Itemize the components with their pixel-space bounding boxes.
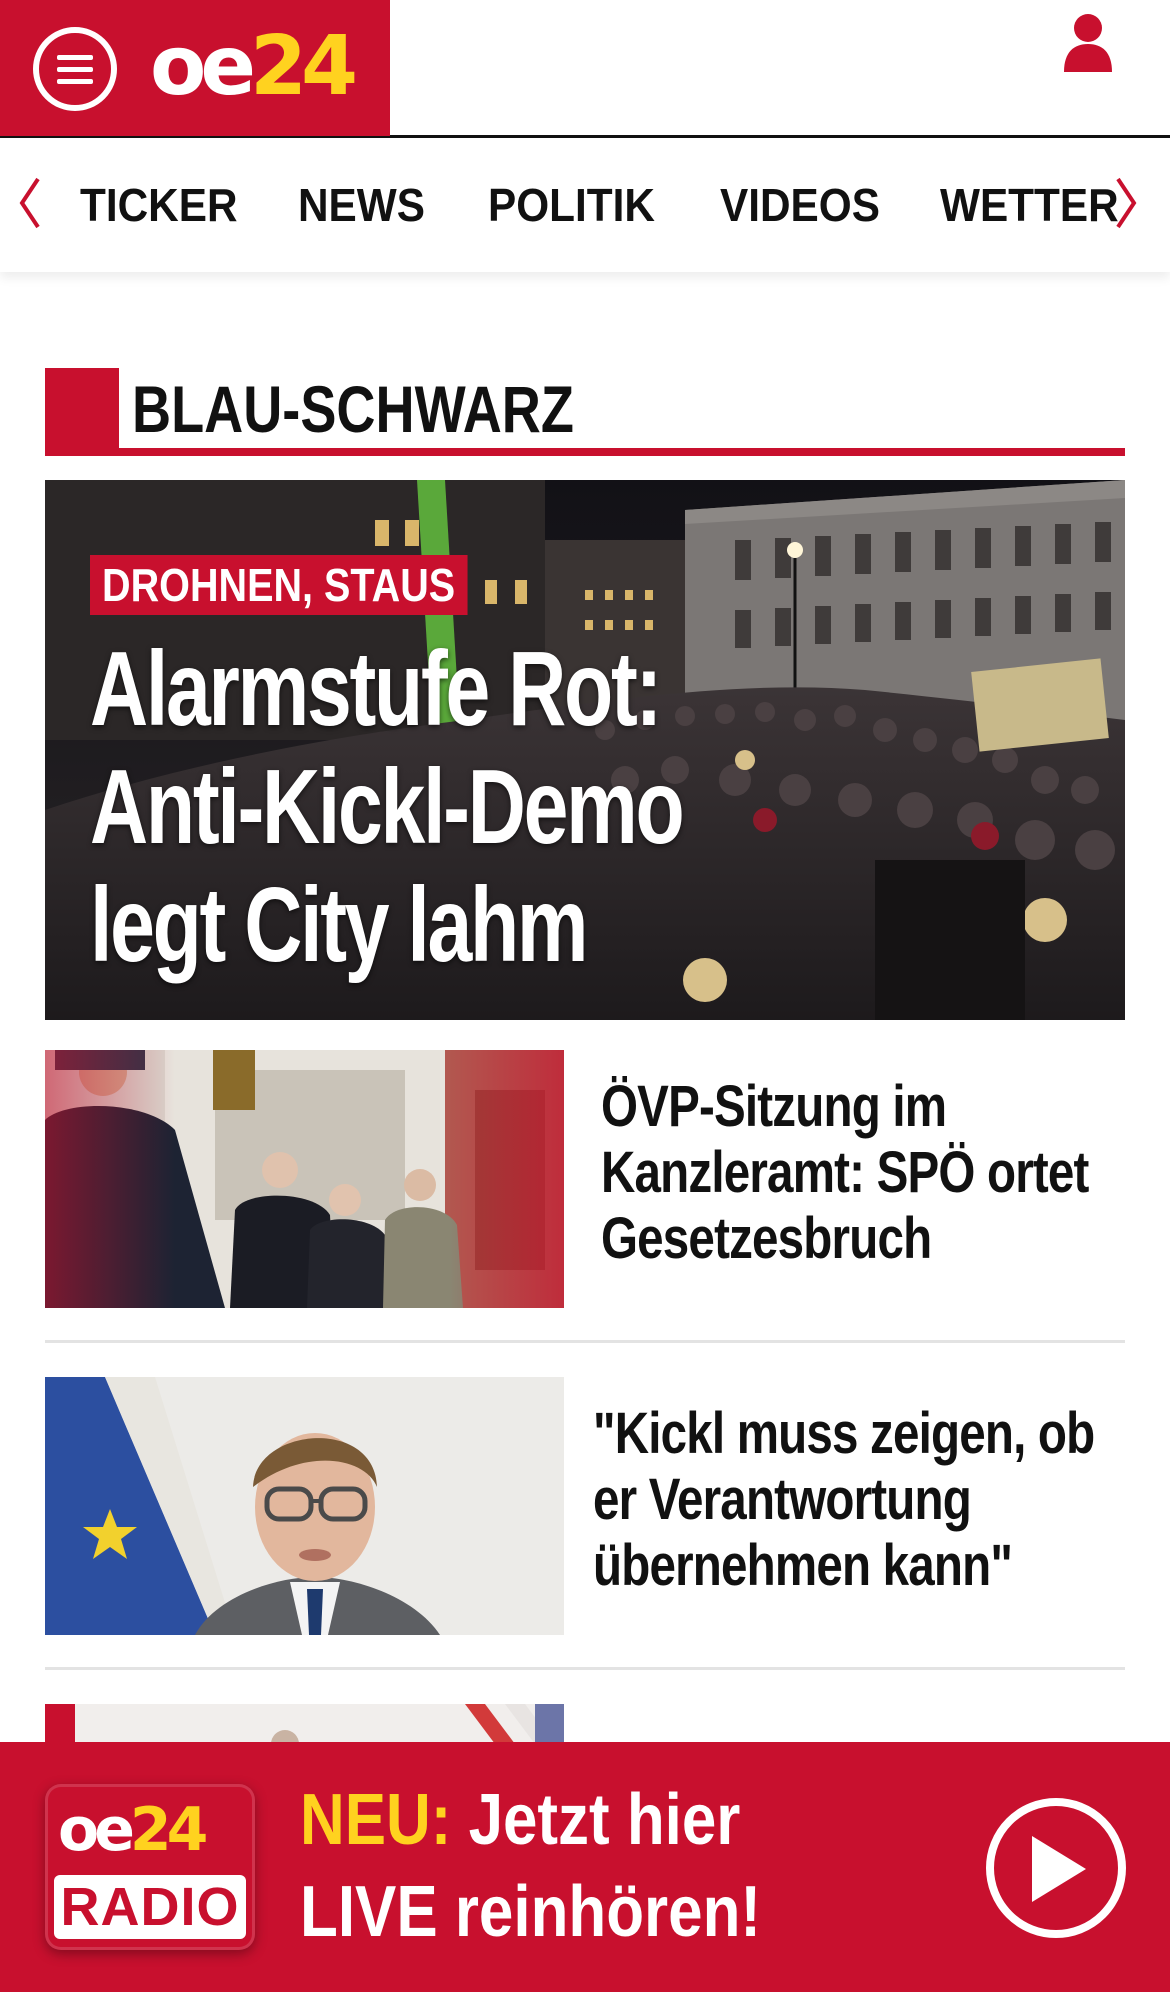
hero-headline[interactable]: Alarmstufe Rot: Anti-Kickl-Demo legt Cit…: [90, 630, 698, 984]
brand-bar: oe24: [0, 0, 390, 136]
hero-kicker: DROHNEN, STAUS: [90, 555, 468, 615]
hero-article[interactable]: DROHNEN, STAUS Alarmstufe Rot: Anti-Kick…: [45, 480, 1125, 1020]
article-thumbnail: [45, 1704, 564, 1744]
list-divider: [45, 1340, 1125, 1343]
site-logo[interactable]: oe24: [150, 22, 358, 112]
chevron-left-icon[interactable]: [14, 173, 44, 233]
site-header: oe24: [0, 0, 1170, 138]
section-title[interactable]: BLAU-SCHWARZ: [132, 370, 574, 448]
article-thumbnail: [45, 1377, 564, 1635]
section-marker: [45, 368, 119, 456]
article-headline[interactable]: ÖVP-Sitzung im Kanzleramt: SPÖ ortet Ges…: [601, 1074, 1089, 1272]
nav-item-wetter[interactable]: WETTER: [940, 179, 1119, 231]
user-icon[interactable]: [1062, 12, 1114, 72]
article-thumbnail: [45, 1050, 564, 1308]
section-underline: [45, 448, 1125, 456]
list-item[interactable]: ÖVP-Sitzung im Kanzleramt: SPÖ ortet Ges…: [45, 1050, 1125, 1308]
nav-item-ticker[interactable]: TICKER: [80, 179, 238, 231]
radio-logo: oe24 RADIO: [45, 1784, 255, 1950]
article-headline[interactable]: "Kickl muss zeigen, ob er Verantwortung …: [593, 1401, 1095, 1599]
nav-item-news[interactable]: NEWS: [298, 179, 425, 231]
category-nav: TICKER NEWS POLITIK VIDEOS WETTER: [0, 139, 1170, 272]
radio-logo-label: RADIO: [54, 1875, 246, 1939]
list-item[interactable]: [45, 1704, 1125, 1744]
radio-promo-text[interactable]: NEU: Jetzt hier LIVE reinhören!: [300, 1774, 761, 1958]
radio-new-label: NEU:: [300, 1780, 452, 1860]
nav-item-politik[interactable]: POLITIK: [488, 179, 655, 231]
list-item[interactable]: "Kickl muss zeigen, ob er Verantwortung …: [45, 1377, 1125, 1635]
list-divider: [45, 1667, 1125, 1670]
nav-item-videos[interactable]: VIDEOS: [720, 179, 880, 231]
section-header: BLAU-SCHWARZ: [45, 368, 1125, 456]
play-icon[interactable]: [986, 1798, 1126, 1938]
radio-banner[interactable]: oe24 RADIO NEU: Jetzt hier LIVE reinhöre…: [0, 1742, 1170, 1992]
chevron-right-icon[interactable]: [1112, 173, 1142, 233]
hamburger-menu-icon[interactable]: [33, 27, 117, 111]
